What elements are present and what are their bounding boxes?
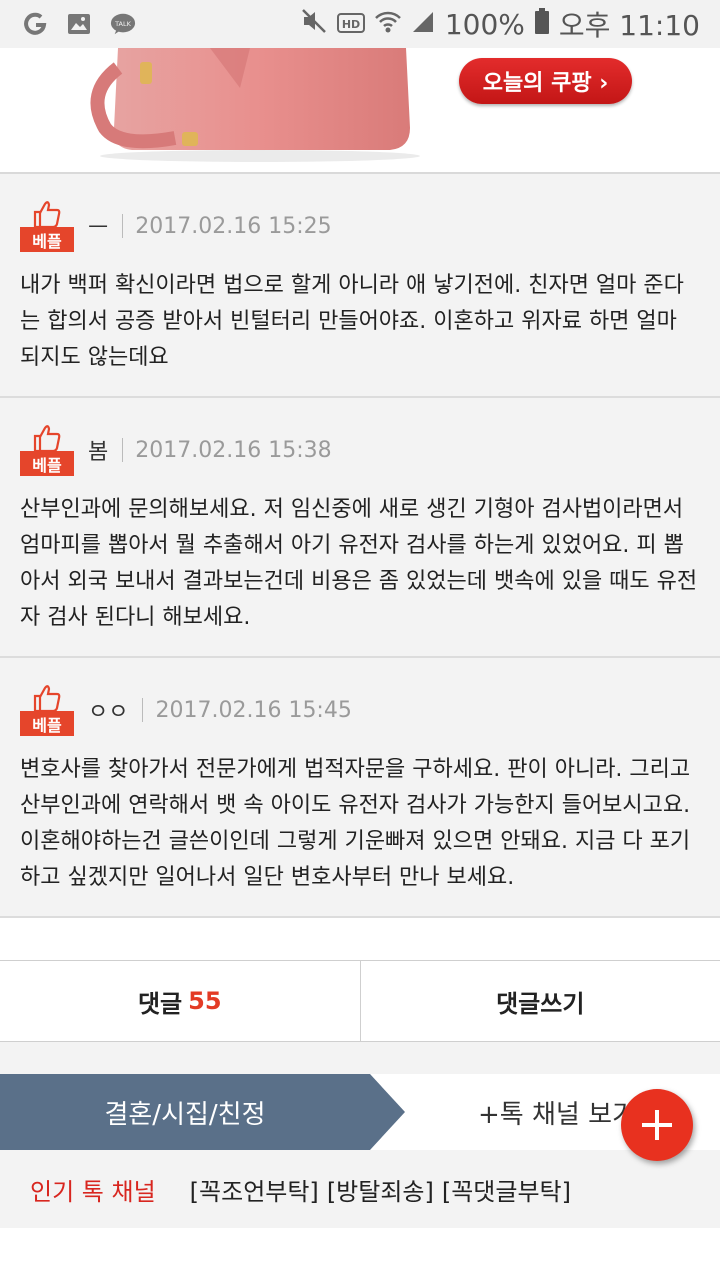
talk-icon: TALK xyxy=(110,11,136,37)
best-comments-list: 베플 ㅡ 2017.02.16 15:25 내가 백퍼 확신이라면 법으로 할게… xyxy=(0,174,720,918)
comment-text: 내가 백퍼 확신이라면 법으로 할게 아니라 애 낳기전에. 친자면 얼마 준다… xyxy=(20,273,684,370)
wifi-icon xyxy=(374,8,401,41)
best-reply-badge: 베플 xyxy=(20,424,74,476)
comment-date: 2017.02.16 15:25 xyxy=(135,213,332,239)
popular-channels: 인기 톡 채널 [꼭조언부탁] [방탈죄송] [꼭댓글부탁] xyxy=(0,1150,720,1228)
svg-text:TALK: TALK xyxy=(114,20,132,28)
ad-banner[interactable]: 오늘의 쿠팡 › xyxy=(0,48,720,174)
coupang-button[interactable]: 오늘의 쿠팡 › xyxy=(459,58,632,104)
comment-text: 변호사를 찾아가서 전문가에게 법적자문을 구하세요. 판이 아니라. 그리고 … xyxy=(20,757,691,890)
best-reply-badge: 베플 xyxy=(20,684,74,736)
channel-bar: 결혼/시집/친정 +톡 채널 보기 xyxy=(0,1074,720,1150)
mute-icon xyxy=(301,8,327,41)
divider xyxy=(122,214,124,238)
thumbs-up-icon xyxy=(33,685,61,712)
write-post-button[interactable] xyxy=(621,1089,693,1161)
comments-button[interactable]: 댓글 55 xyxy=(0,961,360,1041)
comment-date: 2017.02.16 15:45 xyxy=(155,697,352,723)
comment-author[interactable]: ㅡ xyxy=(88,210,108,242)
section-gap xyxy=(0,1042,720,1074)
popular-tag[interactable]: [방탈죄송] xyxy=(327,1172,434,1207)
comments-label: 댓글 xyxy=(137,989,183,1018)
popular-label: 인기 톡 채널 xyxy=(30,1177,156,1206)
view-channel-link[interactable]: +톡 채널 보기 xyxy=(478,1074,636,1150)
comments-count: 55 xyxy=(188,987,222,1015)
comment-text: 산부인과에 문의해보세요. 저 임신중에 새로 생긴 기형아 검사법이라면서 엄… xyxy=(20,497,698,630)
signal-icon xyxy=(411,8,435,41)
plus-icon xyxy=(642,1110,672,1140)
battery-percent: 100% xyxy=(444,7,525,41)
best-reply-badge: 베플 xyxy=(20,200,74,252)
comment-item: 베플 ㅇㅇ 2017.02.16 15:45 변호사를 찾아가서 전문가에게 법… xyxy=(0,658,720,918)
comment-action-bar: 댓글 55 댓글쓰기 xyxy=(0,960,720,1042)
channel-title[interactable]: 결혼/시집/친정 xyxy=(0,1074,370,1150)
comment-author[interactable]: ㅇㅇ xyxy=(88,694,128,726)
svg-text:HD: HD xyxy=(342,18,360,31)
battery-icon xyxy=(534,7,549,41)
divider xyxy=(142,698,144,722)
comment-author[interactable]: 봄 xyxy=(88,434,108,466)
hd-icon: HD xyxy=(336,8,365,41)
comment-item: 베플 봄 2017.02.16 15:38 산부인과에 문의해보세요. 저 임신… xyxy=(0,398,720,658)
comment-item: 베플 ㅡ 2017.02.16 15:25 내가 백퍼 확신이라면 법으로 할게… xyxy=(0,174,720,398)
popular-tag[interactable]: [꼭댓글부탁] xyxy=(442,1172,571,1207)
clock: 오후 11:10 xyxy=(558,9,700,42)
thumbs-up-icon xyxy=(33,425,61,452)
popular-tag[interactable]: [꼭조언부탁] xyxy=(190,1172,319,1207)
divider xyxy=(122,438,124,462)
g-app-icon xyxy=(22,11,48,37)
image-icon xyxy=(66,11,92,37)
thumbs-up-icon xyxy=(33,201,61,228)
status-bar: TALK HD 100% 오후 11:10 xyxy=(0,0,720,48)
write-comment-button[interactable]: 댓글쓰기 xyxy=(359,961,720,1041)
comment-date: 2017.02.16 15:38 xyxy=(135,437,332,463)
